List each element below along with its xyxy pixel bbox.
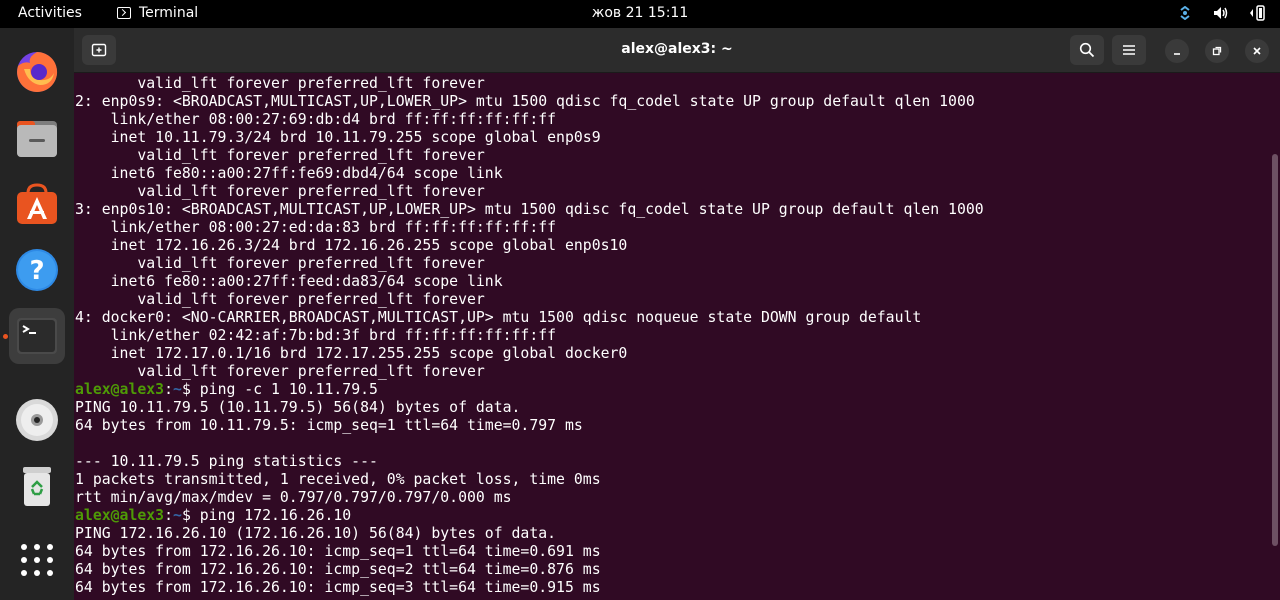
apps-grid-icon	[21, 544, 53, 576]
output-line: valid_lft forever preferred_lft forever	[75, 147, 485, 164]
output-line: valid_lft forever preferred_lft forever	[75, 183, 485, 200]
output-line: valid_lft forever preferred_lft forever	[75, 363, 485, 380]
dock-show-apps[interactable]	[9, 532, 65, 588]
hamburger-menu-icon	[1123, 45, 1135, 55]
output-line: 2: enp0s9: <BROADCAST,MULTICAST,UP,LOWER…	[75, 93, 975, 110]
system-tray[interactable]	[1176, 4, 1266, 22]
output-line: inet 172.16.26.3/24 brd 172.16.26.255 sc…	[75, 237, 628, 254]
scrollbar[interactable]	[1272, 154, 1278, 546]
output-line: valid_lft forever preferred_lft forever	[75, 291, 485, 308]
dock-trash[interactable]	[9, 458, 65, 514]
dvd-icon	[16, 399, 58, 441]
output-line: link/ether 08:00:27:ed:da:83 brd ff:ff:f…	[75, 219, 557, 236]
battery-icon[interactable]	[1248, 4, 1266, 22]
svg-text:?: ?	[29, 256, 44, 286]
output-line: 3: enp0s10: <BROADCAST,MULTICAST,UP,LOWE…	[75, 201, 984, 218]
output-line: PING 10.11.79.5 (10.11.79.5) 56(84) byte…	[75, 399, 521, 416]
firefox-icon	[17, 51, 58, 92]
output-line: link/ether 02:42:af:7b:bd:3f brd ff:ff:f…	[75, 327, 557, 344]
restore-icon	[1212, 46, 1222, 56]
output-line: 1 packets transmitted, 1 received, 0% pa…	[75, 471, 601, 488]
prompt-user: alex@alex3	[75, 381, 165, 398]
dock-firefox[interactable]	[9, 44, 65, 100]
app-name: Terminal	[139, 5, 199, 21]
dock-software[interactable]	[9, 176, 65, 232]
dock-files[interactable]	[9, 110, 65, 166]
close-icon	[1253, 47, 1261, 55]
output-line: 64 bytes from 10.11.79.5: icmp_seq=1 ttl…	[75, 417, 583, 434]
maximize-button[interactable]	[1205, 39, 1229, 63]
terminal-icon	[17, 318, 57, 354]
output-line: valid_lft forever preferred_lft forever	[75, 255, 485, 272]
dock-dvd[interactable]	[9, 392, 65, 448]
new-tab-icon	[91, 43, 107, 57]
search-button[interactable]	[1070, 35, 1104, 65]
prompt-path: ~	[173, 507, 182, 524]
output-line: valid_lft forever preferred_lft forever	[75, 75, 485, 92]
dock-terminal[interactable]	[9, 308, 65, 364]
output-line: 4: docker0: <NO-CARRIER,BROADCAST,MULTIC…	[75, 309, 922, 326]
output-line: link/ether 08:00:27:69:db:d4 brd ff:ff:f…	[75, 111, 557, 128]
minimize-button[interactable]	[1165, 39, 1189, 63]
output-line: inet 172.17.0.1/16 brd 172.17.255.255 sc…	[75, 345, 628, 362]
terminal-output[interactable]: valid_lft forever preferred_lft forever 2…	[74, 75, 1270, 600]
output-line: inet 10.11.79.3/24 brd 10.11.79.255 scop…	[75, 129, 601, 146]
search-icon	[1079, 42, 1095, 58]
prompt-line: alex@alex3:~$ ping 172.16.26.10	[75, 507, 1270, 525]
top-bar: Activities Terminal жов 21 15:11	[0, 0, 1280, 28]
software-icon	[17, 183, 57, 224]
output-line: 64 bytes from 172.16.26.10: icmp_seq=1 t…	[75, 543, 601, 560]
output-line: 64 bytes from 172.16.26.10: icmp_seq=3 t…	[75, 579, 601, 596]
dock-help[interactable]: ?	[9, 242, 65, 298]
help-icon: ?	[16, 249, 58, 291]
output-line: inet6 fe80::a00:27ff:fe69:dbd4/64 scope …	[75, 165, 503, 182]
title-bar[interactable]: alex@alex3: ~	[74, 28, 1280, 73]
volume-icon[interactable]	[1212, 4, 1230, 22]
new-tab-button[interactable]	[82, 35, 116, 65]
output-line: PING 172.16.26.10 (172.16.26.10) 56(84) …	[75, 525, 557, 542]
app-menu[interactable]: Terminal	[117, 5, 198, 21]
terminal-window: alex@alex3: ~ valid_lft forever preferre…	[74, 28, 1280, 600]
prompt-separator: :	[164, 381, 174, 398]
command-text: $ ping -c 1 10.11.79.5	[181, 381, 378, 398]
prompt-line: alex@alex3:~$ ping -c 1 10.11.79.5	[75, 381, 1270, 399]
output-line: inet6 fe80::a00:27ff:feed:da83/64 scope …	[75, 273, 503, 290]
dock: ?	[0, 28, 74, 600]
prompt-path: ~	[173, 381, 182, 398]
output-line: rtt min/avg/max/mdev = 0.797/0.797/0.797…	[75, 489, 512, 506]
output-line: 64 bytes from 172.16.26.10: icmp_seq=2 t…	[75, 561, 601, 578]
activities-button[interactable]: Activities	[18, 5, 82, 21]
network-icon[interactable]	[1176, 4, 1194, 22]
prompt-user: alex@alex3	[75, 507, 165, 524]
close-button[interactable]	[1245, 39, 1269, 63]
output-line: --- 10.11.79.5 ping statistics ---	[75, 453, 378, 470]
prompt-separator: :	[164, 507, 174, 524]
minimize-icon	[1174, 53, 1180, 55]
menu-button[interactable]	[1112, 35, 1146, 65]
files-icon	[17, 121, 57, 157]
running-indicator	[3, 334, 8, 339]
command-text: $ ping 172.16.26.10	[181, 507, 352, 524]
terminal-app-icon	[117, 7, 131, 19]
trash-icon	[23, 467, 51, 506]
